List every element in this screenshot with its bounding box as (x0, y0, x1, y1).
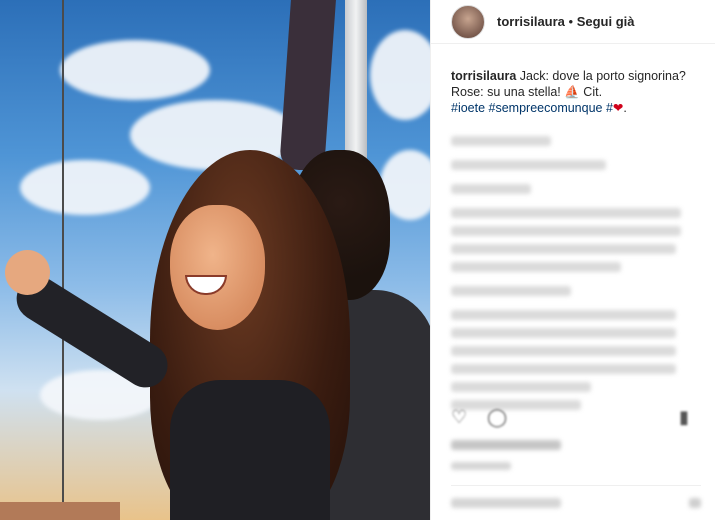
cloud (370, 30, 430, 120)
blurred-comment (451, 382, 591, 392)
shoreline (0, 502, 120, 520)
caption-end: . (623, 101, 627, 115)
divider (451, 485, 701, 486)
header-text: torrisilaura • Segui già (497, 14, 635, 29)
heart-outline-icon[interactable]: ♡ (451, 406, 473, 428)
blurred-comment (451, 160, 606, 170)
post-date-blurred (451, 462, 511, 470)
blurred-comment (451, 364, 676, 374)
woman-figure (170, 380, 330, 520)
comment-bubble-icon[interactable]: ◯ (487, 406, 509, 428)
blurred-comment (451, 328, 676, 338)
blurred-comment (451, 310, 676, 320)
post-side-panel: torrisilaura • Segui già torrisilaura Ja… (430, 0, 715, 520)
caption-username[interactable]: torrisilaura (451, 69, 516, 83)
add-comment-blurred[interactable] (451, 498, 561, 508)
likes-count-blurred[interactable] (451, 440, 561, 450)
cloud (20, 160, 150, 215)
blurred-comment (451, 262, 621, 272)
header-separator: • (564, 14, 577, 29)
blurred-comment (451, 346, 676, 356)
post-actions: ♡ ◯ ▮ (451, 404, 701, 430)
post-photo[interactable] (0, 0, 430, 520)
post-header: torrisilaura • Segui già (431, 0, 715, 44)
woman-hand (5, 250, 50, 295)
comments-list (431, 116, 715, 410)
header-username[interactable]: torrisilaura (497, 14, 565, 29)
cloud (60, 40, 210, 100)
caption-hashtags[interactable]: #ioete #sempreecomunque # (451, 101, 613, 115)
post-caption: torrisilaura Jack: dove la porto signori… (431, 44, 715, 116)
woman-face (170, 205, 265, 330)
follow-button[interactable]: Segui già (577, 14, 635, 29)
blurred-comment (451, 208, 681, 218)
blurred-comment (451, 136, 551, 146)
avatar[interactable] (451, 4, 485, 39)
blurred-comment (451, 244, 676, 254)
bookmark-icon[interactable]: ▮ (679, 406, 701, 428)
blurred-comment (451, 226, 681, 236)
more-options-blurred[interactable] (689, 498, 701, 508)
blurred-comment (451, 184, 531, 194)
blurred-comment (451, 286, 571, 296)
caption-line-1: Jack: dove la porto signorina? (516, 69, 686, 83)
rigging-wire (62, 0, 64, 520)
furled-sail (279, 0, 336, 170)
heart-emoji: ❤ (612, 101, 624, 115)
caption-line-2: Rose: su una stella! ⛵ Cit. (451, 85, 603, 99)
